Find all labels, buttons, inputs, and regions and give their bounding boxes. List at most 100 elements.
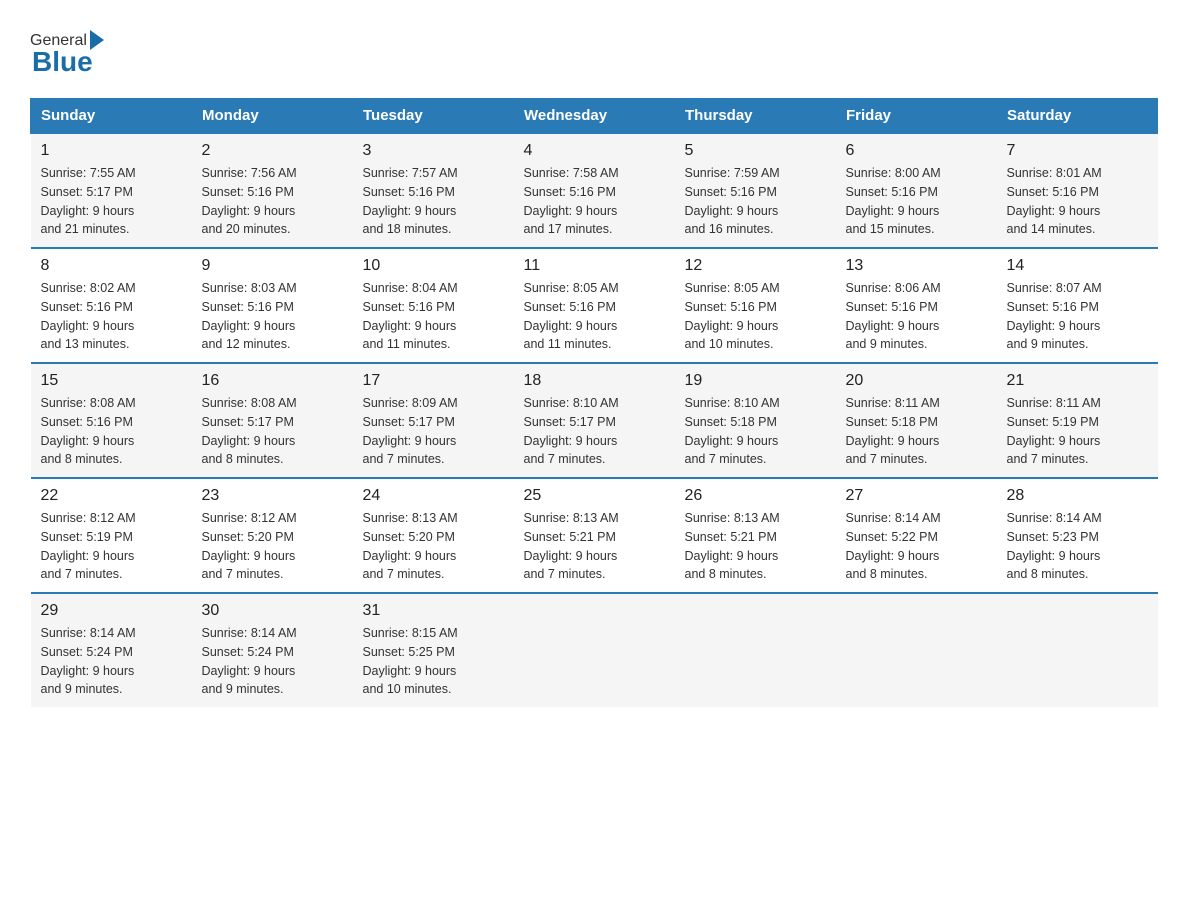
day-info: Sunrise: 7:57 AMSunset: 5:16 PMDaylight:… <box>363 164 504 239</box>
day-info: Sunrise: 7:58 AMSunset: 5:16 PMDaylight:… <box>524 164 665 239</box>
day-cell-18: 18 Sunrise: 8:10 AMSunset: 5:17 PMDaylig… <box>514 363 675 478</box>
week-row-3: 15 Sunrise: 8:08 AMSunset: 5:16 PMDaylig… <box>31 363 1158 478</box>
weekday-header-friday: Friday <box>836 99 997 134</box>
day-number: 2 <box>202 142 343 160</box>
day-number: 29 <box>41 602 182 620</box>
page-header: General Blue <box>30 30 1158 78</box>
day-info: Sunrise: 8:00 AMSunset: 5:16 PMDaylight:… <box>846 164 987 239</box>
day-number: 3 <box>363 142 504 160</box>
day-info: Sunrise: 8:07 AMSunset: 5:16 PMDaylight:… <box>1007 279 1148 354</box>
week-row-2: 8 Sunrise: 8:02 AMSunset: 5:16 PMDayligh… <box>31 248 1158 363</box>
weekday-header-monday: Monday <box>192 99 353 134</box>
day-number: 22 <box>41 487 182 505</box>
day-cell-30: 30 Sunrise: 8:14 AMSunset: 5:24 PMDaylig… <box>192 593 353 707</box>
day-cell-1: 1 Sunrise: 7:55 AMSunset: 5:17 PMDayligh… <box>31 133 192 248</box>
day-cell-11: 11 Sunrise: 8:05 AMSunset: 5:16 PMDaylig… <box>514 248 675 363</box>
day-number: 31 <box>363 602 504 620</box>
day-cell-24: 24 Sunrise: 8:13 AMSunset: 5:20 PMDaylig… <box>353 478 514 593</box>
day-number: 1 <box>41 142 182 160</box>
day-number: 17 <box>363 372 504 390</box>
day-number: 28 <box>1007 487 1148 505</box>
day-info: Sunrise: 8:14 AMSunset: 5:23 PMDaylight:… <box>1007 509 1148 584</box>
day-cell-6: 6 Sunrise: 8:00 AMSunset: 5:16 PMDayligh… <box>836 133 997 248</box>
day-number: 26 <box>685 487 826 505</box>
calendar-table: SundayMondayTuesdayWednesdayThursdayFrid… <box>30 98 1158 707</box>
weekday-header-tuesday: Tuesday <box>353 99 514 134</box>
day-cell-21: 21 Sunrise: 8:11 AMSunset: 5:19 PMDaylig… <box>997 363 1158 478</box>
day-info: Sunrise: 8:12 AMSunset: 5:20 PMDaylight:… <box>202 509 343 584</box>
weekday-header-row: SundayMondayTuesdayWednesdayThursdayFrid… <box>31 99 1158 134</box>
day-number: 30 <box>202 602 343 620</box>
day-number: 18 <box>524 372 665 390</box>
day-cell-28: 28 Sunrise: 8:14 AMSunset: 5:23 PMDaylig… <box>997 478 1158 593</box>
day-cell-2: 2 Sunrise: 7:56 AMSunset: 5:16 PMDayligh… <box>192 133 353 248</box>
logo: General Blue <box>30 30 104 78</box>
weekday-header-wednesday: Wednesday <box>514 99 675 134</box>
day-number: 12 <box>685 257 826 275</box>
day-cell-14: 14 Sunrise: 8:07 AMSunset: 5:16 PMDaylig… <box>997 248 1158 363</box>
day-info: Sunrise: 8:14 AMSunset: 5:22 PMDaylight:… <box>846 509 987 584</box>
day-number: 27 <box>846 487 987 505</box>
day-info: Sunrise: 8:06 AMSunset: 5:16 PMDaylight:… <box>846 279 987 354</box>
day-cell-10: 10 Sunrise: 8:04 AMSunset: 5:16 PMDaylig… <box>353 248 514 363</box>
day-cell-17: 17 Sunrise: 8:09 AMSunset: 5:17 PMDaylig… <box>353 363 514 478</box>
day-info: Sunrise: 8:10 AMSunset: 5:17 PMDaylight:… <box>524 394 665 469</box>
day-info: Sunrise: 8:05 AMSunset: 5:16 PMDaylight:… <box>524 279 665 354</box>
day-number: 15 <box>41 372 182 390</box>
day-info: Sunrise: 8:02 AMSunset: 5:16 PMDaylight:… <box>41 279 182 354</box>
day-cell-7: 7 Sunrise: 8:01 AMSunset: 5:16 PMDayligh… <box>997 133 1158 248</box>
day-number: 25 <box>524 487 665 505</box>
day-cell-8: 8 Sunrise: 8:02 AMSunset: 5:16 PMDayligh… <box>31 248 192 363</box>
day-info: Sunrise: 8:13 AMSunset: 5:21 PMDaylight:… <box>685 509 826 584</box>
day-info: Sunrise: 8:15 AMSunset: 5:25 PMDaylight:… <box>363 624 504 699</box>
day-number: 6 <box>846 142 987 160</box>
day-cell-31: 31 Sunrise: 8:15 AMSunset: 5:25 PMDaylig… <box>353 593 514 707</box>
day-info: Sunrise: 8:03 AMSunset: 5:16 PMDaylight:… <box>202 279 343 354</box>
day-cell-22: 22 Sunrise: 8:12 AMSunset: 5:19 PMDaylig… <box>31 478 192 593</box>
week-row-5: 29 Sunrise: 8:14 AMSunset: 5:24 PMDaylig… <box>31 593 1158 707</box>
day-cell-16: 16 Sunrise: 8:08 AMSunset: 5:17 PMDaylig… <box>192 363 353 478</box>
day-number: 4 <box>524 142 665 160</box>
day-cell-3: 3 Sunrise: 7:57 AMSunset: 5:16 PMDayligh… <box>353 133 514 248</box>
day-number: 19 <box>685 372 826 390</box>
day-info: Sunrise: 7:59 AMSunset: 5:16 PMDaylight:… <box>685 164 826 239</box>
day-cell-25: 25 Sunrise: 8:13 AMSunset: 5:21 PMDaylig… <box>514 478 675 593</box>
day-number: 13 <box>846 257 987 275</box>
empty-cell <box>997 593 1158 707</box>
day-info: Sunrise: 8:09 AMSunset: 5:17 PMDaylight:… <box>363 394 504 469</box>
weekday-header-saturday: Saturday <box>997 99 1158 134</box>
empty-cell <box>514 593 675 707</box>
week-row-1: 1 Sunrise: 7:55 AMSunset: 5:17 PMDayligh… <box>31 133 1158 248</box>
day-number: 8 <box>41 257 182 275</box>
day-cell-19: 19 Sunrise: 8:10 AMSunset: 5:18 PMDaylig… <box>675 363 836 478</box>
day-number: 21 <box>1007 372 1148 390</box>
day-number: 20 <box>846 372 987 390</box>
day-info: Sunrise: 7:56 AMSunset: 5:16 PMDaylight:… <box>202 164 343 239</box>
day-number: 11 <box>524 257 665 275</box>
day-cell-29: 29 Sunrise: 8:14 AMSunset: 5:24 PMDaylig… <box>31 593 192 707</box>
day-cell-4: 4 Sunrise: 7:58 AMSunset: 5:16 PMDayligh… <box>514 133 675 248</box>
day-info: Sunrise: 8:13 AMSunset: 5:21 PMDaylight:… <box>524 509 665 584</box>
day-info: Sunrise: 8:10 AMSunset: 5:18 PMDaylight:… <box>685 394 826 469</box>
day-cell-23: 23 Sunrise: 8:12 AMSunset: 5:20 PMDaylig… <box>192 478 353 593</box>
weekday-header-sunday: Sunday <box>31 99 192 134</box>
day-info: Sunrise: 8:05 AMSunset: 5:16 PMDaylight:… <box>685 279 826 354</box>
day-number: 23 <box>202 487 343 505</box>
day-number: 16 <box>202 372 343 390</box>
day-number: 9 <box>202 257 343 275</box>
day-info: Sunrise: 8:14 AMSunset: 5:24 PMDaylight:… <box>202 624 343 699</box>
day-number: 10 <box>363 257 504 275</box>
empty-cell <box>675 593 836 707</box>
day-cell-5: 5 Sunrise: 7:59 AMSunset: 5:16 PMDayligh… <box>675 133 836 248</box>
day-info: Sunrise: 8:11 AMSunset: 5:18 PMDaylight:… <box>846 394 987 469</box>
day-info: Sunrise: 8:13 AMSunset: 5:20 PMDaylight:… <box>363 509 504 584</box>
day-number: 5 <box>685 142 826 160</box>
day-cell-26: 26 Sunrise: 8:13 AMSunset: 5:21 PMDaylig… <box>675 478 836 593</box>
day-number: 7 <box>1007 142 1148 160</box>
day-info: Sunrise: 8:08 AMSunset: 5:16 PMDaylight:… <box>41 394 182 469</box>
day-info: Sunrise: 8:11 AMSunset: 5:19 PMDaylight:… <box>1007 394 1148 469</box>
day-number: 14 <box>1007 257 1148 275</box>
day-info: Sunrise: 8:08 AMSunset: 5:17 PMDaylight:… <box>202 394 343 469</box>
day-cell-15: 15 Sunrise: 8:08 AMSunset: 5:16 PMDaylig… <box>31 363 192 478</box>
day-cell-12: 12 Sunrise: 8:05 AMSunset: 5:16 PMDaylig… <box>675 248 836 363</box>
